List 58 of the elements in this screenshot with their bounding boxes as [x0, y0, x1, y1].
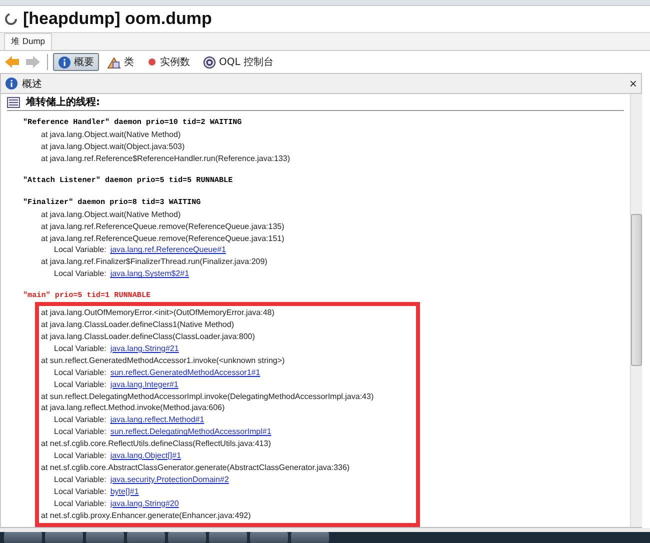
console-icon: [203, 56, 216, 68]
back-arrow-icon: [4, 55, 20, 69]
local-variable-label: Local Variable:: [54, 380, 106, 389]
spinner-icon: [4, 12, 18, 26]
forward-arrow-icon: [25, 55, 41, 69]
shapes-icon: [107, 56, 121, 68]
info-icon: [58, 56, 71, 68]
info-icon: [5, 77, 18, 90]
stack-frame: at sun.reflect.DelegatingMethodAccessorImpl.invoke(DelegatingMethodAccessorImpl.java:43): [41, 390, 416, 402]
toolbar-button[interactable]: OQL 控制台: [198, 53, 278, 71]
stack-frame: at java.lang.ref.Reference$ReferenceHandler.run(Reference.java:133): [41, 152, 630, 165]
variable-link[interactable]: java.lang.Object[]#1: [110, 451, 182, 460]
stack-frame: at java.lang.Object.wait(Native Method): [41, 208, 630, 221]
local-variable-label: Local Variable:: [54, 368, 106, 377]
panel-title: 概述: [22, 78, 43, 90]
variable-link[interactable]: java.security.ProtectionDomain#2: [110, 474, 229, 484]
variable-link[interactable]: byte[]#1: [110, 486, 139, 496]
local-variable-label: Local Variable:: [54, 451, 106, 460]
toolbar-button[interactable]: 类: [102, 53, 139, 71]
stack-frame: at java.lang.ref.ReferenceQueue.remove(ReferenceQueue.java:135): [41, 220, 630, 233]
variable-link[interactable]: java.lang.String#21: [110, 344, 179, 353]
variable-link[interactable]: java.lang.Integer#1: [110, 380, 178, 389]
variable-link[interactable]: java.lang.String#20: [110, 498, 179, 508]
scrollbar[interactable]: [630, 94, 642, 527]
local-variable-label: Local Variable:: [54, 498, 106, 508]
stack-frame: at java.lang.ref.ReferenceQueue.remove(ReferenceQueue.java:151): [41, 232, 630, 244]
variable-link[interactable]: java.lang.System$2#1: [110, 269, 190, 278]
local-variable-label: Local Variable:: [54, 245, 106, 254]
stack-frame: at net.sf.cglib.core.ReflectUtils.defineClass(ReflectUtils.java:413): [41, 438, 416, 450]
section-heading: 堆转储上的线程:: [26, 96, 100, 109]
stack-frame: at net.sf.cglib.core.AbstractClassGenerator.generate(AbstractClassGenerator.java:336): [41, 462, 416, 474]
local-variable-label: Local Variable:: [54, 427, 106, 436]
variable-link[interactable]: sun.reflect.GeneratedMethodAccessor1#1: [110, 368, 260, 377]
stack-frame: at java.lang.OutOfMemoryError.<init>(OutOfMemoryError.java:48): [41, 307, 416, 320]
stack-frame: at java.lang.ClassLoader.defineClass1(Native Method): [41, 319, 416, 331]
local-variable-label: Local Variable:: [54, 344, 106, 353]
variable-link[interactable]: sun.reflect.DelegatingMethodAccessorImpl#1: [110, 427, 272, 436]
stack-frame: at sun.reflect.GeneratedMethodAccessor1.invoke(<unknown string>): [41, 354, 416, 367]
local-variable-label: Local Variable:: [54, 269, 106, 278]
stack-frame: at java.lang.Object.wait(Object.java:503): [41, 140, 630, 153]
stack-frame: at java.lang.ref.Finalizer$FinalizerThread.run(Finalizer.java:209): [41, 256, 630, 268]
list-icon: [7, 96, 20, 108]
dot-icon: [147, 57, 157, 67]
stack-frame: at java.lang.reflect.Method.invoke(Method.java:606): [41, 402, 416, 414]
tab[interactable]: 堆 Dump: [4, 33, 52, 50]
variable-link[interactable]: java.lang.ref.ReferenceQueue#1: [110, 245, 226, 254]
variable-link[interactable]: java.lang.reflect.Method#1: [110, 415, 204, 424]
toolbar-button[interactable]: 实例数: [142, 53, 195, 71]
local-variable-label: Local Variable:: [54, 486, 106, 496]
back-button[interactable]: [3, 54, 21, 70]
stack-frame: at net.sf.cglib.proxy.Enhancer.generate(Enhancer.java:492): [41, 510, 416, 522]
local-variable-label: Local Variable:: [54, 415, 106, 424]
stack-frame: at java.lang.Object.wait(Native Method): [41, 129, 630, 141]
toolbar-button[interactable]: 概要: [53, 53, 99, 71]
stack-frame: at java.lang.ClassLoader.defineClass(ClassLoader.java:800): [41, 330, 416, 343]
window-title: [heapdump] oom.dump: [23, 9, 212, 29]
close-button[interactable]: ×: [629, 77, 637, 90]
local-variable-label: Local Variable:: [54, 474, 106, 484]
